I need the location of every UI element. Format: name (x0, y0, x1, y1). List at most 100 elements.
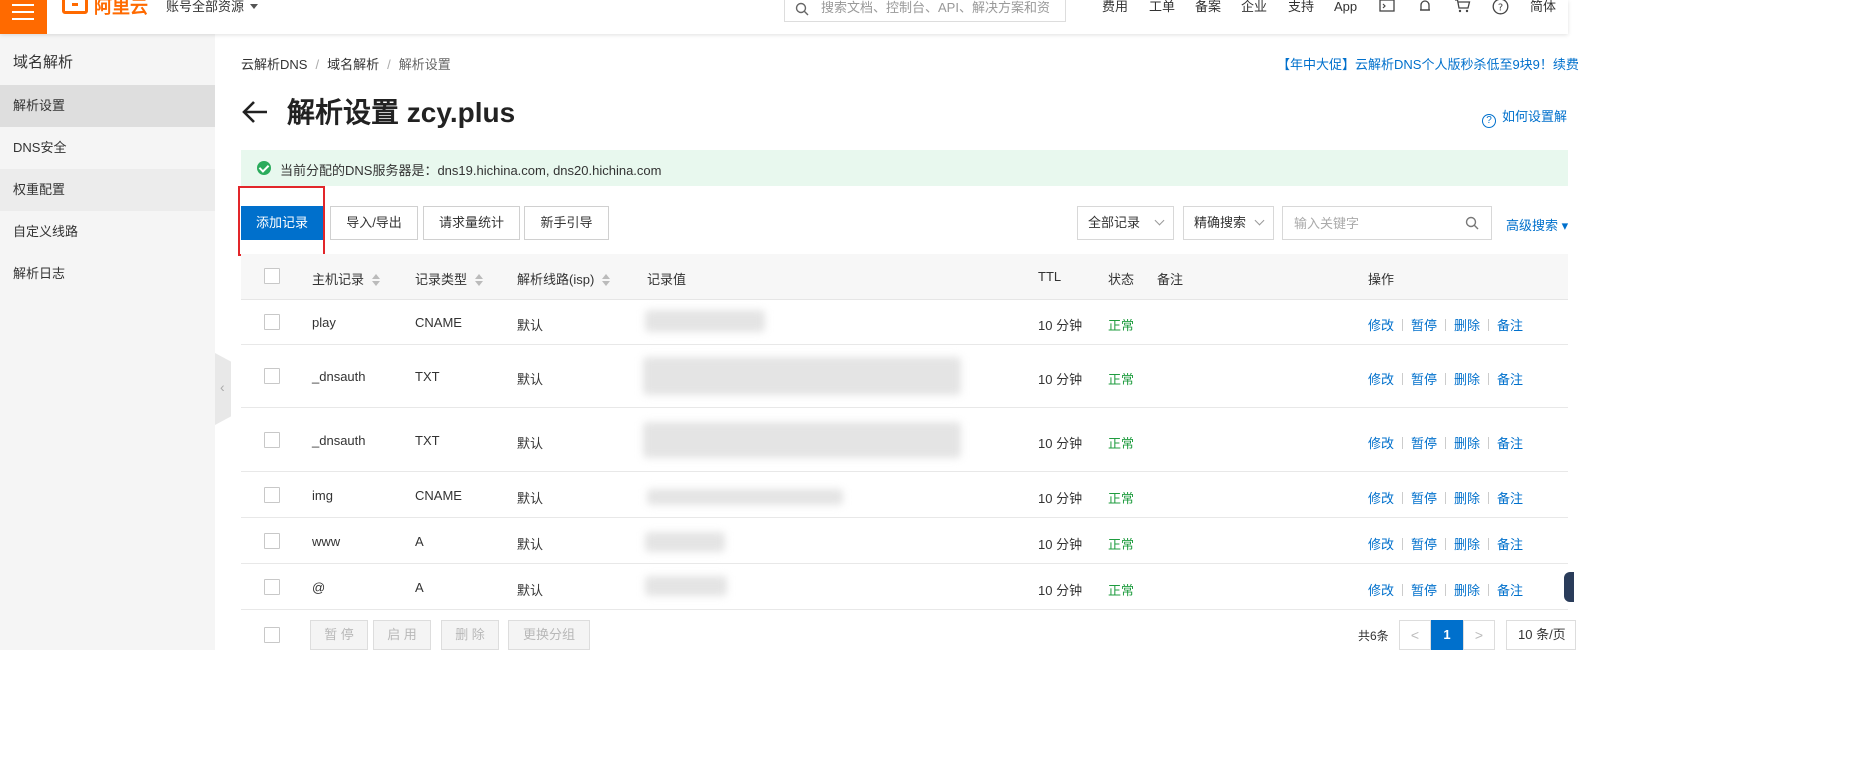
row-actions: 修改 暂停 删除 备注 (1368, 369, 1523, 388)
divider (1402, 319, 1404, 331)
delete-link[interactable]: 删除 (1454, 436, 1480, 451)
divider (1488, 492, 1490, 504)
divider (1402, 538, 1404, 550)
remark-link[interactable]: 备注 (1497, 372, 1523, 387)
import-export-button[interactable]: 导入/导出 (330, 206, 418, 240)
row-checkbox[interactable] (264, 579, 280, 595)
pause-link[interactable]: 暂停 (1411, 372, 1437, 387)
record-line: 默认 (517, 436, 544, 451)
pause-link[interactable]: 暂停 (1411, 491, 1437, 506)
nav-icp-filing[interactable]: 备案 (1195, 0, 1221, 14)
row-checkbox[interactable] (264, 533, 280, 549)
sort-icon (602, 274, 611, 286)
next-page-button[interactable]: > (1463, 620, 1495, 650)
aliyun-logo[interactable]: 阿里云 (60, 0, 152, 20)
back-arrow-icon[interactable] (241, 98, 269, 126)
edit-link[interactable]: 修改 (1368, 372, 1394, 387)
divider (1488, 584, 1490, 596)
remark-link[interactable]: 备注 (1497, 491, 1523, 506)
keyword-input[interactable] (1283, 207, 1453, 239)
nav-enterprise[interactable]: 企业 (1241, 0, 1267, 14)
sidebar-item-resolution-settings[interactable]: 解析设置 (0, 85, 215, 127)
delete-link[interactable]: 删除 (1454, 537, 1480, 552)
language-switch[interactable]: 简体 (1530, 0, 1556, 14)
help-link[interactable]: ? 如何设置解 (1482, 106, 1567, 128)
pause-link[interactable]: 暂停 (1411, 583, 1437, 598)
cart-icon[interactable] (1454, 0, 1471, 14)
logo-text: 阿里云 (94, 0, 148, 17)
pause-link[interactable]: 暂停 (1411, 537, 1437, 552)
menu-icon[interactable] (0, 0, 47, 34)
record-value-redacted (643, 422, 961, 458)
bulk-delete-button[interactable]: 删 除 (441, 620, 499, 650)
row-checkbox[interactable] (264, 314, 280, 330)
prev-page-button[interactable]: < (1399, 620, 1431, 650)
help-icon[interactable]: ? (1492, 0, 1509, 15)
nav-tickets[interactable]: 工单 (1149, 0, 1175, 14)
sidebar-item-resolution-log[interactable]: 解析日志 (0, 253, 215, 295)
table-row: www A 默认 10 分钟 正常 修改 暂停 删除 备注 (241, 518, 1568, 564)
sidebar-item-custom-lines[interactable]: 自定义线路 (0, 211, 215, 253)
edit-link[interactable]: 修改 (1368, 318, 1394, 333)
sidebar-item-weight-config[interactable]: 权重配置 (0, 169, 215, 211)
beginner-guide-button[interactable]: 新手引导 (524, 206, 609, 240)
remark-link[interactable]: 备注 (1497, 537, 1523, 552)
delete-link[interactable]: 删除 (1454, 318, 1480, 333)
search-mode-select[interactable]: 精确搜索 (1183, 206, 1274, 240)
row-checkbox[interactable] (264, 487, 280, 503)
breadcrumb-domain-resolution[interactable]: 域名解析 (327, 57, 379, 72)
sidebar-item-dns-security[interactable]: DNS安全 (0, 127, 215, 169)
column-line-label: 解析线路(isp) (517, 272, 595, 287)
select-all-checkbox[interactable] (264, 268, 280, 284)
record-line: 默认 (517, 583, 544, 598)
delete-link[interactable]: 删除 (1454, 583, 1480, 598)
advanced-search-link[interactable]: 高级搜索 ▾ (1506, 215, 1568, 234)
record-ttl: 10 分钟 (1038, 318, 1083, 333)
row-checkbox[interactable] (264, 368, 280, 384)
delete-link[interactable]: 删除 (1454, 372, 1480, 387)
change-group-button[interactable]: 更换分组 (508, 620, 590, 650)
bell-icon[interactable] (1417, 0, 1433, 14)
edit-link[interactable]: 修改 (1368, 537, 1394, 552)
column-remark: 备注 (1157, 272, 1184, 287)
request-stats-button[interactable]: 请求量统计 (423, 206, 520, 240)
column-host[interactable]: 主机记录 (312, 269, 381, 288)
terminal-icon[interactable] (1379, 0, 1395, 14)
global-search-input[interactable]: 搜索文档、控制台、API、解决方案和资 (784, 0, 1066, 22)
page-1-button[interactable]: 1 (1431, 620, 1463, 650)
chat-float-button[interactable] (1564, 572, 1574, 602)
divider (1445, 538, 1447, 550)
column-line[interactable]: 解析线路(isp) (517, 269, 611, 288)
pause-link[interactable]: 暂停 (1411, 436, 1437, 451)
sidebar-collapse-handle[interactable]: ‹ (215, 353, 231, 425)
edit-link[interactable]: 修改 (1368, 491, 1394, 506)
nav-fees[interactable]: 费用 (1102, 0, 1128, 14)
record-type: CNAME (415, 315, 462, 330)
delete-link[interactable]: 删除 (1454, 491, 1480, 506)
edit-link[interactable]: 修改 (1368, 436, 1394, 451)
search-icon[interactable] (1465, 216, 1479, 230)
nav-app[interactable]: App (1334, 0, 1357, 14)
divider (1488, 538, 1490, 550)
breadcrumb-cloud-dns[interactable]: 云解析DNS (241, 57, 307, 72)
column-type[interactable]: 记录类型 (415, 269, 484, 288)
remark-link[interactable]: 备注 (1497, 318, 1523, 333)
add-record-button[interactable]: 添加记录 (241, 206, 323, 240)
edit-link[interactable]: 修改 (1368, 583, 1394, 598)
bulk-pause-button[interactable]: 暂 停 (310, 620, 368, 650)
promo-banner-link[interactable]: 【年中大促】云解析DNS个人版秒杀低至9块9！续费 (1277, 54, 1579, 73)
record-ttl: 10 分钟 (1038, 491, 1083, 506)
page-size-select[interactable]: 10 条/页 (1506, 620, 1576, 650)
account-scope-dropdown[interactable]: 账号全部资源 (166, 0, 259, 14)
remark-link[interactable]: 备注 (1497, 583, 1523, 598)
record-status: 正常 (1108, 318, 1135, 333)
row-checkbox[interactable] (264, 432, 280, 448)
bulk-enable-button[interactable]: 启 用 (373, 620, 431, 650)
breadcrumb-current: 解析设置 (398, 57, 451, 72)
pause-link[interactable]: 暂停 (1411, 318, 1437, 333)
record-filter-select[interactable]: 全部记录 (1077, 206, 1174, 240)
nav-support[interactable]: 支持 (1288, 0, 1314, 14)
divider (1445, 584, 1447, 596)
remark-link[interactable]: 备注 (1497, 436, 1523, 451)
footer-select-all-checkbox[interactable] (264, 627, 280, 643)
